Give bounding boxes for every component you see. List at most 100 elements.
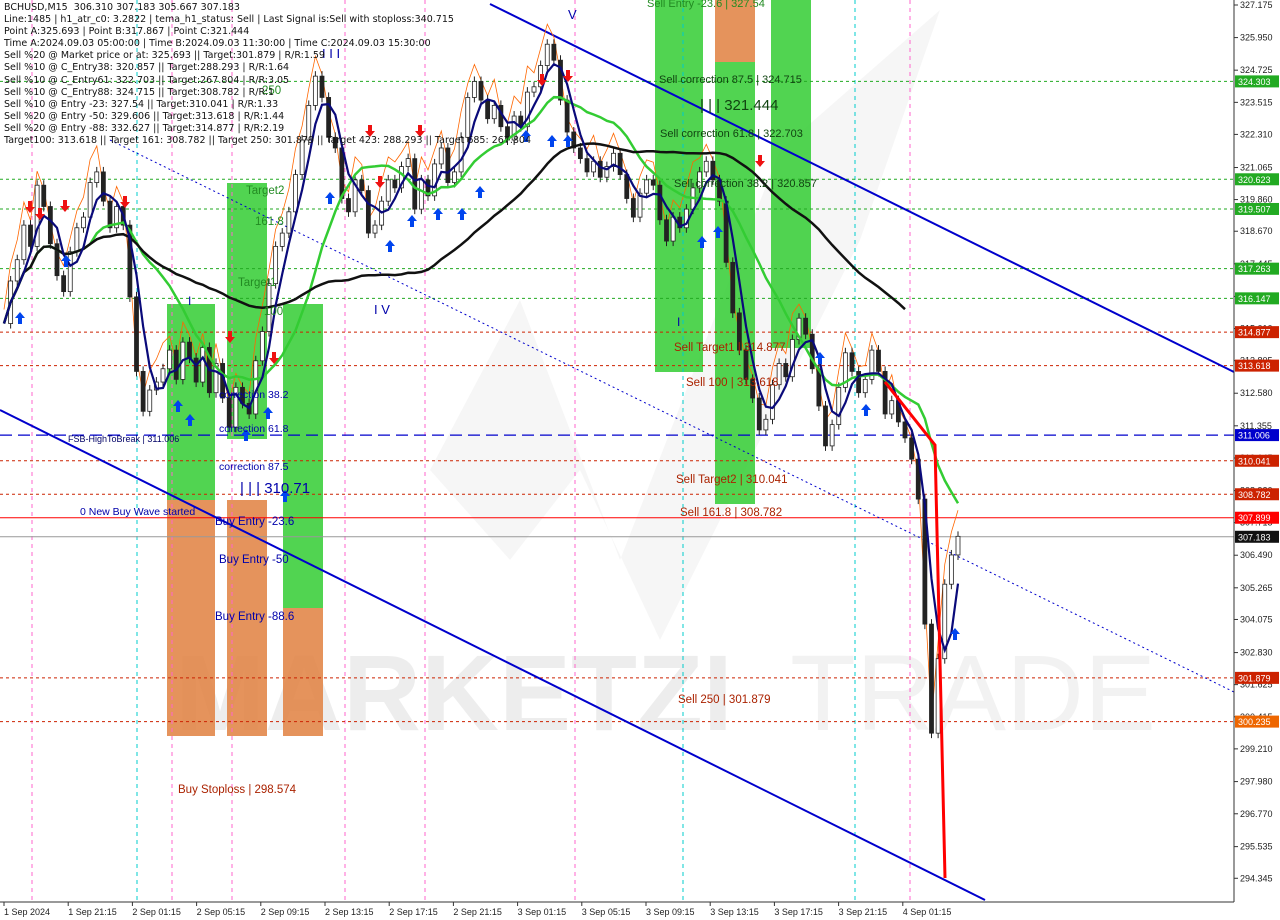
label-be236: Buy Entry -23.6	[215, 516, 294, 528]
label-v: V	[568, 7, 577, 22]
price-tick-label: 294.345	[1240, 873, 1273, 883]
info-panel: BCHUSD,M15 306.310 307.183 305.667 307.1…	[4, 2, 531, 147]
price-tag-label: 311.006	[1238, 431, 1270, 441]
price-tag-label: 319.507	[1238, 204, 1271, 214]
candle-body	[438, 147, 444, 165]
candle-body	[187, 341, 192, 359]
price-tag-label: 301.879	[1238, 673, 1271, 683]
time-tick-label: 3 Sep 01:15	[518, 907, 567, 917]
candle-body	[359, 179, 365, 191]
candle-body	[87, 182, 93, 218]
candle-body	[385, 179, 391, 202]
candle-body	[167, 349, 173, 370]
label-bt1: Target1	[238, 277, 276, 289]
price-tick-label: 295.535	[1240, 842, 1273, 852]
candle-body	[160, 368, 166, 383]
candle-body	[849, 352, 855, 372]
info-line: Sell %10 @ C_Entry88: 324.715 || Target:…	[4, 86, 274, 98]
label-s250: Sell 250 | 301.879	[678, 694, 771, 706]
candle-body	[61, 275, 67, 293]
info-line: Sell %10 @ Entry -23: 327.54 || Target:3…	[4, 98, 279, 110]
candle-body	[47, 206, 53, 245]
candle-body	[657, 184, 663, 221]
price-tick-label: 312.580	[1240, 388, 1273, 398]
time-tick-label: 1 Sep 2024	[4, 907, 50, 917]
label-sc875: Sell correction 87.5 | 324.715	[659, 74, 802, 86]
candle-body	[544, 43, 550, 66]
label-st2: Sell Target2 | 310.041	[676, 474, 787, 486]
candle-body	[531, 86, 537, 93]
time-tick-label: 1 Sep 21:15	[68, 907, 117, 917]
candle-body	[259, 331, 265, 362]
time-tick-label: 2 Sep 01:15	[132, 907, 181, 917]
time-axis[interactable]: 1 Sep 2024 1 Sep 21:15 2 Sep 01:15 2 Sep 05…	[0, 901, 1280, 920]
label-s100: Sell 100 | 313.618	[686, 377, 779, 389]
zone-rect	[283, 608, 323, 736]
label-sc618: Sell correction 61.8 | 322.703	[660, 128, 803, 140]
candle-body	[100, 171, 106, 202]
info-line: Target100: 313.618 || Target 161: 308.78…	[4, 135, 531, 147]
time-tick-label: 3 Sep 05:15	[582, 907, 631, 917]
candle-body	[730, 261, 736, 314]
price-tick-label: 296.770	[1240, 809, 1273, 819]
price-axis[interactable]: 327.175 325.950 324.725 323.515 322.310 321.0…	[1233, 0, 1280, 920]
time-tick-label: 3 Sep 17:15	[774, 907, 823, 917]
candle-body	[134, 296, 139, 372]
zone-rect	[167, 500, 215, 736]
candle-body	[783, 363, 789, 378]
candle-body	[664, 219, 669, 242]
label-nbw: 0 New Buy Wave started	[80, 506, 195, 518]
info-line: Sell %20 @ Entry -88: 332.627 || Target:…	[4, 122, 285, 134]
candle-body	[405, 158, 411, 167]
price-tag-label: 316.147	[1238, 294, 1271, 304]
candle-body	[644, 179, 650, 194]
info-line: Sell %10 @ C_Entry38: 320.857 || Target:…	[4, 62, 290, 74]
info-line: Line:1485 | h1_atr_c0: 3.2822 | tema_h1_…	[4, 14, 454, 26]
zone-rect	[771, 0, 811, 62]
candle-body	[412, 158, 418, 210]
candle-body	[41, 184, 47, 207]
candle-body	[346, 198, 351, 213]
candle-body	[584, 158, 590, 173]
candle-body	[564, 99, 570, 133]
candle-body	[14, 259, 20, 282]
candle-body	[445, 147, 451, 183]
time-tick-label: 3 Sep 13:15	[710, 907, 759, 917]
candle-body	[650, 179, 656, 186]
candle-body	[756, 397, 762, 431]
candle-body	[365, 190, 371, 234]
candle-body	[703, 160, 709, 173]
time-tick-label: 2 Sep 21:15	[453, 907, 502, 917]
time-tick-label: 2 Sep 09:15	[261, 907, 310, 917]
info-line: Sell %20 @ Entry -50: 329.606 || Target:…	[4, 110, 285, 122]
info-line: BCHUSD,M15 306.310 307.183 305.667 307.1…	[4, 2, 240, 13]
label-b100: 100	[264, 306, 283, 318]
price-tag-label: 307.183	[1238, 532, 1271, 542]
zone-rect	[283, 304, 323, 608]
info-line: Sell %10 @ C_Entry61: 322.703 || Target:…	[4, 74, 290, 86]
candle-body	[770, 384, 775, 420]
candle-body	[902, 421, 908, 439]
time-tick-label: 4 Sep 01:15	[903, 907, 952, 917]
label-bc618: correction 61.8	[219, 423, 289, 435]
watermark-right: TRADE	[790, 632, 1156, 753]
label-bsl: Buy Stoploss | 298.574	[178, 784, 297, 796]
candle-body	[200, 347, 206, 383]
info-line: Point A:325.693 | Point B:317.867 | Poin…	[4, 26, 250, 38]
time-tick-label: 2 Sep 05:15	[197, 907, 246, 917]
candle-body	[876, 349, 881, 372]
label-s1618: Sell 161.8 | 308.782	[680, 507, 782, 519]
candle-body	[803, 317, 809, 335]
time-axis-bg	[0, 902, 1280, 920]
candle-body	[173, 349, 179, 380]
label-i2: I	[677, 315, 680, 329]
candle-body	[392, 179, 398, 189]
price-tick-label: 318.670	[1240, 226, 1273, 236]
price-tick-label: 305.265	[1240, 583, 1273, 593]
candle-body	[418, 179, 424, 210]
candle-body	[670, 216, 676, 242]
label-fsb: FSB-HighToBreak | 311.006	[68, 434, 179, 444]
price-tick-label: 299.210	[1240, 744, 1273, 754]
candle-body	[948, 554, 954, 585]
price-tag-label: 317.263	[1238, 264, 1271, 274]
